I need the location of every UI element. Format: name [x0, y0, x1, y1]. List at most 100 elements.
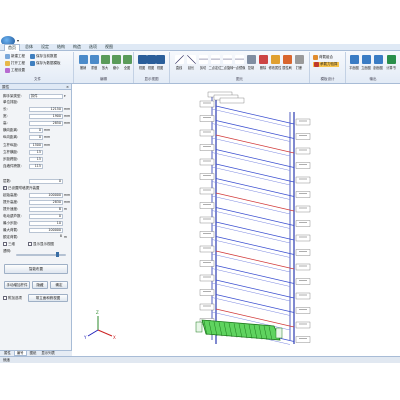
length-field[interactable]: 12150 [29, 106, 63, 112]
tab-view[interactable]: 视图 [102, 44, 116, 50]
max-load-field[interactable]: 100000 [29, 227, 63, 233]
chevron-down-icon[interactable]: ▾ [63, 94, 69, 98]
joint-label-box [199, 216, 215, 224]
joint-label-box [295, 147, 311, 155]
joint-label-box [295, 162, 311, 169]
min-step-field[interactable]: 10 [29, 220, 63, 226]
x-offset-field[interactable]: 0 [29, 127, 43, 133]
hoist-count-field[interactable]: 0 [29, 213, 63, 219]
joint-label-box [199, 115, 215, 122]
tab-overall[interactable]: 总体 [22, 44, 36, 50]
ledger-back [211, 152, 291, 171]
arrow-icon [210, 55, 220, 64]
line-icon [174, 55, 184, 64]
view-icon [155, 55, 165, 64]
width-field[interactable]: 1900 [29, 113, 63, 119]
tab-home[interactable]: 首页 [4, 43, 20, 51]
lifting-device-checkbox-row[interactable]: 已设置附墙提升装置 [3, 185, 69, 191]
tab-structure[interactable]: 结构 [54, 44, 68, 50]
ledger [215, 207, 295, 226]
ledger [215, 149, 295, 168]
ledger [215, 163, 295, 183]
close-icon[interactable]: × [66, 84, 69, 89]
joint-label-box [295, 220, 311, 227]
wall-tie-field[interactable]: 115 [29, 163, 43, 169]
joint-label-box [295, 336, 311, 343]
smart-layout-button[interactable]: 智能布置 [4, 264, 68, 274]
elevation-top-view-button[interactable]: 带立面和俯视图 [28, 294, 68, 302]
settings-icon [5, 68, 10, 73]
3d-checkbox[interactable] [3, 242, 7, 246]
project-settings-button[interactable]: 工程设置 [5, 68, 25, 73]
hide-button[interactable]: 隐藏 [32, 281, 48, 289]
zoom-all-button[interactable]: 全图 [120, 55, 134, 70]
elevation-icon [361, 55, 371, 64]
wall-tie-row: 连墙件跨数: 115 [3, 163, 43, 169]
ledger-back [211, 268, 291, 287]
save-data-button[interactable]: 保存当前数据 [30, 54, 57, 59]
rated-load-field[interactable]: 8 [29, 234, 63, 240]
status-bar: 就绪 [0, 356, 400, 363]
axis-y-label: Y [83, 335, 87, 340]
confirm-button[interactable]: 确定 [50, 281, 68, 289]
load-combination-button[interactable]: 荷载组合 [313, 55, 333, 60]
joint-label-box [295, 133, 311, 140]
ribbon-group-draw: 直线 延长 剪切 二点定位 二点旋转 一点镜像 复制 删除 修改属性 属性刷 打… [170, 52, 310, 83]
pole-cross-field[interactable]: 15 [29, 149, 43, 155]
save-template-button[interactable]: 保存为数据模板 [30, 61, 61, 66]
open-project-button[interactable]: 打开工程 [5, 61, 25, 66]
report-button[interactable]: 计算书 [384, 55, 398, 70]
new-project-button[interactable]: 新建工程 [5, 54, 25, 59]
ledger-back [211, 210, 291, 229]
height-field[interactable]: 2850 [29, 120, 63, 126]
ledger-back [211, 123, 291, 142]
extend-icon [186, 55, 196, 64]
transparency-slider-thumb[interactable] [56, 252, 59, 257]
platform [201, 319, 281, 341]
ledger [215, 120, 295, 139]
section-button[interactable]: 剖面图 [371, 55, 385, 70]
lift-speed-field[interactable]: 8 [29, 206, 63, 212]
quick-access-dropdown-icon[interactable]: ▾ [17, 38, 19, 43]
step-row: 步距跨距: 15 [3, 156, 43, 162]
model-canvas[interactable]: Z X Y [72, 84, 400, 356]
ribbon-group-title: 显示视图 [144, 77, 159, 81]
ledger-back [211, 239, 291, 258]
extra-options-checkbox[interactable] [3, 296, 7, 300]
lift-speed-row: 提升速度: 8 m [3, 206, 68, 212]
layers-field[interactable]: 0 [29, 178, 63, 184]
delete-icon [258, 55, 268, 64]
tab-settings[interactable]: 设定 [38, 44, 52, 50]
lift-height-row: 提升高度: 2830 mm [3, 199, 71, 205]
ledger-back [211, 253, 291, 273]
ledger [215, 221, 295, 241]
zoom-extents-icon [122, 55, 132, 64]
tab-construct[interactable]: 构造 [70, 44, 84, 50]
break-button[interactable]: 打断 [292, 55, 306, 70]
capacity-check-button[interactable]: 承载力验算 [313, 62, 339, 67]
joint-label-box [295, 205, 311, 213]
ledger-back [211, 195, 291, 215]
ledger-back [211, 166, 291, 186]
new-file-icon [5, 54, 10, 59]
manual-add-button[interactable]: 手动增加杆件 [4, 281, 30, 289]
platform-end [195, 321, 203, 333]
display-view-checkbox[interactable] [28, 242, 32, 246]
view-button-3[interactable]: 视图 [153, 55, 167, 70]
length-row: 长: 12150 mm [3, 106, 71, 112]
step-field[interactable]: 15 [29, 156, 43, 162]
scaffold-3d-view[interactable]: Z X Y [72, 84, 400, 356]
lift-height-field[interactable]: 2830 [29, 199, 63, 205]
start-height-field[interactable]: 100000 [29, 192, 63, 198]
width-row: 宽: 1900 mm [3, 113, 71, 119]
ledger [215, 134, 295, 154]
scaffold-type-select[interactable]: 扣件 [29, 93, 63, 99]
lifting-device-checkbox[interactable] [3, 185, 7, 190]
joint-label-box [295, 249, 311, 256]
pole-spacing-field[interactable]: 1500 [29, 142, 43, 148]
tab-options[interactable]: 选项 [86, 44, 100, 50]
y-offset-field[interactable]: 0 [29, 134, 43, 140]
ribbon-group-view: 视图 视图 视图 显示视图 [134, 52, 170, 83]
panel-header: 属性 × [0, 84, 71, 90]
section-icon [373, 55, 383, 64]
